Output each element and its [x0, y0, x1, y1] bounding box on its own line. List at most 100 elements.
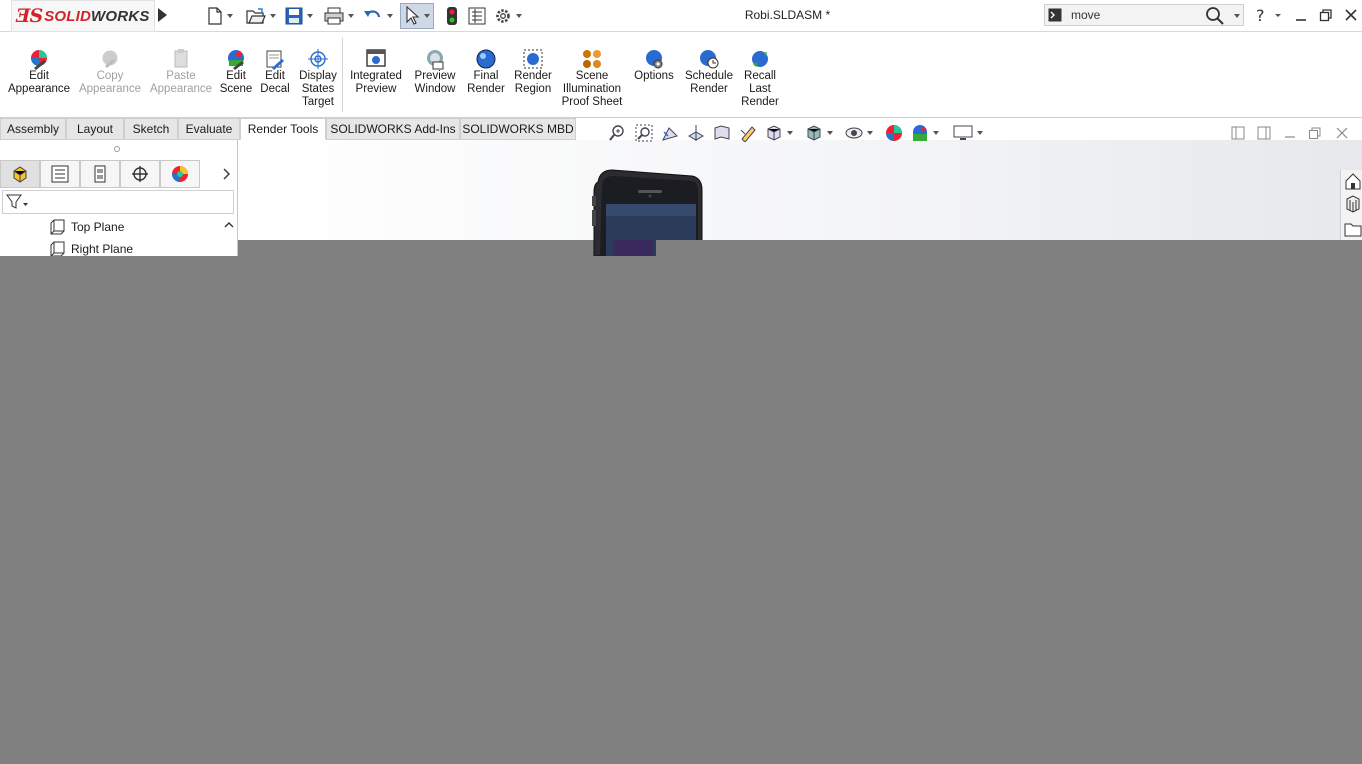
chevron-down-icon[interactable]: [516, 14, 522, 18]
help-button[interactable]: ?: [1255, 6, 1281, 25]
previous-view-icon[interactable]: [661, 124, 679, 142]
design-library-icon[interactable]: [1344, 195, 1362, 213]
panel-grip-handle[interactable]: [114, 146, 120, 152]
final-render-button[interactable]: Final Render: [465, 48, 507, 96]
restore-button[interactable]: [1319, 7, 1335, 23]
print-icon: [324, 7, 344, 25]
display-style-icon[interactable]: [805, 124, 823, 142]
edit-appearance-button[interactable]: Edit Appearance: [8, 48, 70, 96]
menu-expand-icon[interactable]: [158, 8, 167, 22]
tile-right-icon[interactable]: [1257, 126, 1271, 140]
chevron-down-icon[interactable]: [977, 131, 983, 135]
display-states-target-button[interactable]: Display States Target: [296, 48, 340, 109]
edit-appearance-view-icon[interactable]: [885, 124, 903, 142]
preview-window-button[interactable]: Preview Window: [410, 48, 460, 96]
solidworks-logo[interactable]: ƎS SOLIDWORKS: [11, 0, 155, 32]
edit-scene-button[interactable]: Edit Scene: [218, 48, 254, 96]
close-button[interactable]: [1344, 7, 1360, 23]
recall-last-render-icon: [752, 51, 768, 67]
chevron-down-icon[interactable]: [867, 131, 873, 135]
edit-decal-button[interactable]: Edit Decal: [260, 48, 290, 96]
undo-button[interactable]: [363, 5, 393, 27]
command-search-box[interactable]: [1044, 4, 1244, 26]
section-view-icon[interactable]: [687, 124, 705, 142]
schedule-render-button[interactable]: Schedule Render: [683, 48, 735, 96]
scene-illumination-proof-sheet-button[interactable]: Scene Illumination Proof Sheet: [558, 48, 626, 109]
chevron-down-icon[interactable]: [270, 14, 276, 18]
property-manager-tab[interactable]: [40, 160, 80, 188]
tab-solidworks-mbd[interactable]: SOLIDWORKS MBD: [460, 118, 576, 140]
options-button[interactable]: Options: [630, 48, 678, 83]
scroll-up-icon[interactable]: [224, 220, 234, 230]
new-document-button[interactable]: [207, 5, 233, 27]
feature-tree-icon: [13, 166, 27, 183]
logo-wordmark: SOLIDWORKS: [44, 8, 149, 25]
file-explorer-icon[interactable]: [1344, 220, 1362, 238]
viewport-restore-icon[interactable]: [1308, 126, 1322, 140]
view-orientation-icon[interactable]: [765, 124, 783, 142]
viewport-close-icon[interactable]: [1335, 126, 1349, 140]
plane-icon: [50, 241, 65, 257]
zoom-to-fit-icon[interactable]: [609, 124, 627, 142]
chevron-down-icon[interactable]: [348, 14, 354, 18]
undo-icon: [364, 10, 381, 18]
viewport-minimize-icon[interactable]: [1283, 126, 1297, 140]
tab-assembly[interactable]: Assembly: [0, 118, 66, 140]
tree-item-label: Top Plane: [71, 220, 125, 234]
select-button[interactable]: [400, 3, 434, 29]
chevron-down-icon[interactable]: [787, 131, 793, 135]
close-icon: [1345, 9, 1357, 21]
tile-left-icon[interactable]: [1231, 126, 1245, 140]
tab-sketch[interactable]: Sketch: [124, 118, 178, 140]
recall-last-render-button[interactable]: Recall Last Render: [738, 48, 782, 109]
open-document-button[interactable]: [246, 5, 276, 27]
render-region-button[interactable]: Render Region: [511, 48, 555, 96]
paste-appearance-button[interactable]: Paste Appearance: [150, 48, 212, 96]
rebuild-button[interactable]: [446, 5, 458, 27]
hide-show-items-icon[interactable]: [845, 124, 863, 142]
tab-render-tools[interactable]: Render Tools: [240, 118, 326, 140]
save-button[interactable]: [285, 5, 313, 27]
options-icon: [646, 50, 663, 69]
file-properties-button[interactable]: [468, 5, 486, 27]
render-region-icon: [523, 49, 543, 69]
chevron-down-icon[interactable]: [424, 14, 430, 18]
chevron-down-icon[interactable]: [387, 14, 393, 18]
file-properties-icon: [468, 7, 486, 25]
search-icon[interactable]: [1205, 6, 1225, 26]
zoom-to-area-icon[interactable]: [635, 124, 653, 142]
chevron-down-icon[interactable]: [1234, 14, 1240, 18]
search-input[interactable]: [1065, 5, 1195, 25]
new-document-icon: [208, 7, 222, 25]
chevron-down-icon[interactable]: [227, 14, 233, 18]
print-button[interactable]: [324, 5, 354, 27]
integrated-preview-button[interactable]: Integrated Preview: [346, 48, 406, 96]
chevron-down-icon[interactable]: [307, 14, 313, 18]
copy-appearance-button[interactable]: Copy Appearance: [79, 48, 141, 96]
minimize-button[interactable]: [1294, 7, 1310, 23]
dynamic-annotation-icon[interactable]: [713, 124, 731, 142]
graphics-area[interactable]: [238, 140, 1362, 240]
schedule-render-icon: [700, 50, 719, 69]
tab-evaluate[interactable]: Evaluate: [178, 118, 240, 140]
view-settings-monitor-icon[interactable]: [953, 124, 973, 142]
feature-tree-filter[interactable]: [2, 190, 234, 214]
tree-item-label: Right Plane: [71, 242, 134, 256]
tab-solidworks-add-ins[interactable]: SOLIDWORKS Add-Ins: [326, 118, 460, 140]
chevron-down-icon[interactable]: [933, 131, 939, 135]
feature-tree: Top Plane Right Plane: [0, 216, 222, 260]
gear-icon: [496, 9, 510, 23]
home-icon[interactable]: [1344, 172, 1362, 190]
integrated-preview-icon: [366, 49, 386, 67]
tree-item-top-plane[interactable]: Top Plane: [0, 216, 222, 238]
chevron-right-icon[interactable]: [223, 168, 231, 180]
display-manager-tab[interactable]: [160, 160, 200, 188]
tab-layout[interactable]: Layout: [66, 118, 124, 140]
configuration-manager-tab[interactable]: [80, 160, 120, 188]
apply-scene-icon[interactable]: [911, 124, 929, 142]
options-gear-button[interactable]: [494, 5, 522, 27]
dimxpert-manager-tab[interactable]: [120, 160, 160, 188]
chevron-down-icon[interactable]: [827, 131, 833, 135]
view-setting-icon[interactable]: [739, 124, 757, 142]
feature-manager-tab[interactable]: [0, 160, 40, 188]
